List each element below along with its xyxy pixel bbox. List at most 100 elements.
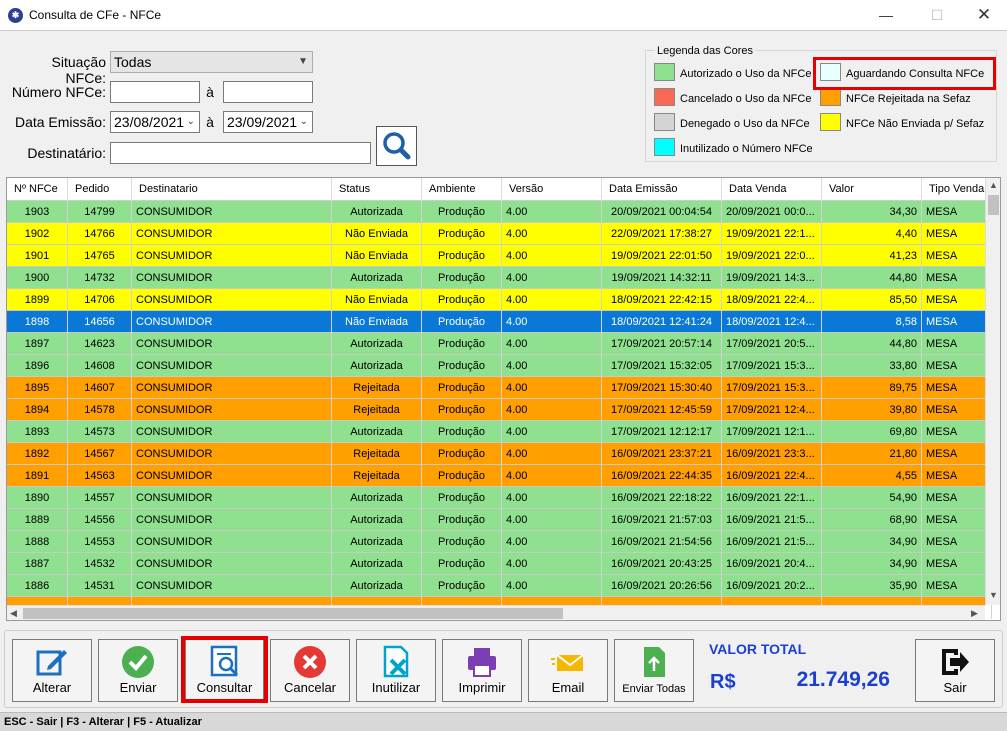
column-header[interactable]: Data Emissão: [602, 178, 722, 201]
scroll-up-icon[interactable]: ▲: [989, 180, 998, 190]
column-header[interactable]: Status: [332, 178, 422, 201]
column-header[interactable]: Pedido: [68, 178, 132, 201]
table-row[interactable]: 1899 14706 CONSUMIDOR Não Enviada Produção 4.…: [7, 289, 992, 311]
table-cell: CONSUMIDOR: [132, 311, 332, 333]
valor-total-value: 21.749,26: [796, 668, 890, 691]
column-header[interactable]: Destinatario: [132, 178, 332, 201]
numero-from-input[interactable]: [110, 81, 200, 103]
chevron-down-icon: ▼: [298, 56, 308, 67]
table-cell: MESA: [922, 333, 992, 355]
table-row[interactable]: 1897 14623 CONSUMIDOR Autorizada Produção 4.0…: [7, 333, 992, 355]
table-cell: 4,40: [822, 223, 922, 245]
table-row[interactable]: 1892 14567 CONSUMIDOR Rejeitada Produção 4.00…: [7, 443, 992, 465]
table-cell: 14556: [68, 509, 132, 531]
legend-swatch: [820, 113, 841, 131]
table-cell: 14706: [68, 289, 132, 311]
table-cell: MESA: [922, 531, 992, 553]
table-cell: 4.00: [502, 575, 602, 597]
table-cell: 33,80: [822, 355, 922, 377]
legend-swatch: [654, 88, 675, 106]
numero-to-input[interactable]: [223, 81, 313, 103]
table-cell: 19/09/2021 22:01:50: [602, 245, 722, 267]
scroll-left-icon[interactable]: ◀: [10, 608, 17, 619]
column-header[interactable]: Nº NFCe: [7, 178, 68, 201]
destinatario-input[interactable]: [110, 142, 371, 164]
close-button[interactable]: ✕: [961, 0, 1007, 30]
imprimir-button[interactable]: Imprimir: [442, 639, 522, 702]
table-row-selected[interactable]: 1898 14656 CONSUMIDOR Não Enviada Produção 4.…: [7, 311, 992, 333]
column-header[interactable]: Ambiente: [422, 178, 502, 201]
table-cell: 14573: [68, 421, 132, 443]
table-cell: 19/09/2021 22:1...: [722, 223, 822, 245]
scroll-down-icon[interactable]: ▼: [989, 590, 998, 600]
table-row[interactable]: 1900 14732 CONSUMIDOR Autorizada Produção 4.0…: [7, 267, 992, 289]
column-header[interactable]: Tipo Venda: [922, 178, 992, 201]
table-cell: MESA: [922, 245, 992, 267]
scroll-right-icon[interactable]: ▶: [971, 608, 978, 619]
table-cell: 16/09/2021 20:26:56: [602, 575, 722, 597]
situacao-label: Situação NFCe:: [51, 54, 106, 86]
sair-label: Sair: [943, 680, 967, 695]
document-delete-icon: [383, 645, 409, 678]
alterar-button[interactable]: Alterar: [12, 639, 92, 702]
search-button[interactable]: [376, 126, 417, 166]
enviar-button[interactable]: Enviar: [98, 639, 178, 702]
table-cell: MESA: [922, 311, 992, 333]
scroll-thumb[interactable]: [988, 195, 999, 215]
column-header[interactable]: Versão: [502, 178, 602, 201]
table-row[interactable]: 1891 14563 CONSUMIDOR Rejeitada Produção 4.00…: [7, 465, 992, 487]
table-cell: 1894: [7, 399, 68, 421]
table-cell: 4.00: [502, 443, 602, 465]
data-to-picker[interactable]: 23/09/2021 ⌄: [223, 111, 313, 133]
table-cell: CONSUMIDOR: [132, 245, 332, 267]
situacao-select[interactable]: Todas ▼: [110, 51, 313, 73]
table-row[interactable]: 1894 14578 CONSUMIDOR Rejeitada Produção 4.00…: [7, 399, 992, 421]
inutilizar-button[interactable]: Inutilizar: [356, 639, 436, 702]
horizontal-scrollbar[interactable]: ◀ ▶: [7, 605, 985, 620]
inutilizar-label: Inutilizar: [371, 680, 421, 695]
table-row[interactable]: 1903 14799 CONSUMIDOR Autorizada Produção 4.0…: [7, 201, 992, 223]
email-button[interactable]: Email: [528, 639, 608, 702]
table-row[interactable]: 1896 14608 CONSUMIDOR Autorizada Produção 4.0…: [7, 355, 992, 377]
table-cell: 17/09/2021 15:3...: [722, 355, 822, 377]
table-row[interactable]: 1895 14607 CONSUMIDOR Rejeitada Produção 4.00…: [7, 377, 992, 399]
enviar-todas-button[interactable]: Enviar Todas: [614, 639, 694, 702]
table-row[interactable]: 1901 14765 CONSUMIDOR Não Enviada Produção 4.…: [7, 245, 992, 267]
table-cell: 1900: [7, 267, 68, 289]
vertical-scrollbar[interactable]: ▲ ▼: [985, 178, 1000, 605]
table-cell: MESA: [922, 223, 992, 245]
alterar-label: Alterar: [32, 680, 72, 695]
table-cell: 17/09/2021 15:30:40: [602, 377, 722, 399]
table-cell: 14766: [68, 223, 132, 245]
table-row[interactable]: 1890 14557 CONSUMIDOR Autorizada Produção 4.0…: [7, 487, 992, 509]
table-cell: Produção: [422, 553, 502, 575]
chevron-down-icon: ⌄: [299, 116, 308, 127]
scroll-thumb[interactable]: [23, 608, 563, 619]
table-row[interactable]: 1887 14532 CONSUMIDOR Autorizada Produção 4.0…: [7, 553, 992, 575]
table-cell: 16/09/2021 23:3...: [722, 443, 822, 465]
table-row[interactable]: 1888 14553 CONSUMIDOR Autorizada Produção 4.0…: [7, 531, 992, 553]
window-title: Consulta de CFe - NFCe: [29, 8, 162, 22]
table-row[interactable]: 1886 14531 CONSUMIDOR Autorizada Produção 4.0…: [7, 575, 992, 597]
maximize-button[interactable]: ☐: [914, 0, 960, 30]
sair-button[interactable]: Sair: [915, 639, 995, 702]
column-header[interactable]: Data Venda: [722, 178, 822, 201]
minimize-button[interactable]: —: [863, 0, 909, 30]
table-row[interactable]: 1889 14556 CONSUMIDOR Autorizada Produção 4.0…: [7, 509, 992, 531]
enviar-label: Enviar: [119, 680, 157, 695]
table-cell: 4.00: [502, 267, 602, 289]
data-from-value: 23/08/2021: [114, 114, 185, 130]
cancelar-button[interactable]: Cancelar: [270, 639, 350, 702]
table-cell: 44,80: [822, 333, 922, 355]
data-from-picker[interactable]: 23/08/2021 ⌄: [110, 111, 200, 133]
app-logo-icon: ✱: [8, 8, 23, 23]
table-cell: Autorizada: [332, 267, 422, 289]
table-cell: 20/09/2021 00:0...: [722, 201, 822, 223]
table-row[interactable]: 1893 14573 CONSUMIDOR Autorizada Produção 4.0…: [7, 421, 992, 443]
column-header[interactable]: Valor: [822, 178, 922, 201]
table-cell: 1897: [7, 333, 68, 355]
table-row[interactable]: 1902 14766 CONSUMIDOR Não Enviada Produção 4.…: [7, 223, 992, 245]
table-cell: Produção: [422, 421, 502, 443]
table-cell: CONSUMIDOR: [132, 531, 332, 553]
table-cell: 1886: [7, 575, 68, 597]
